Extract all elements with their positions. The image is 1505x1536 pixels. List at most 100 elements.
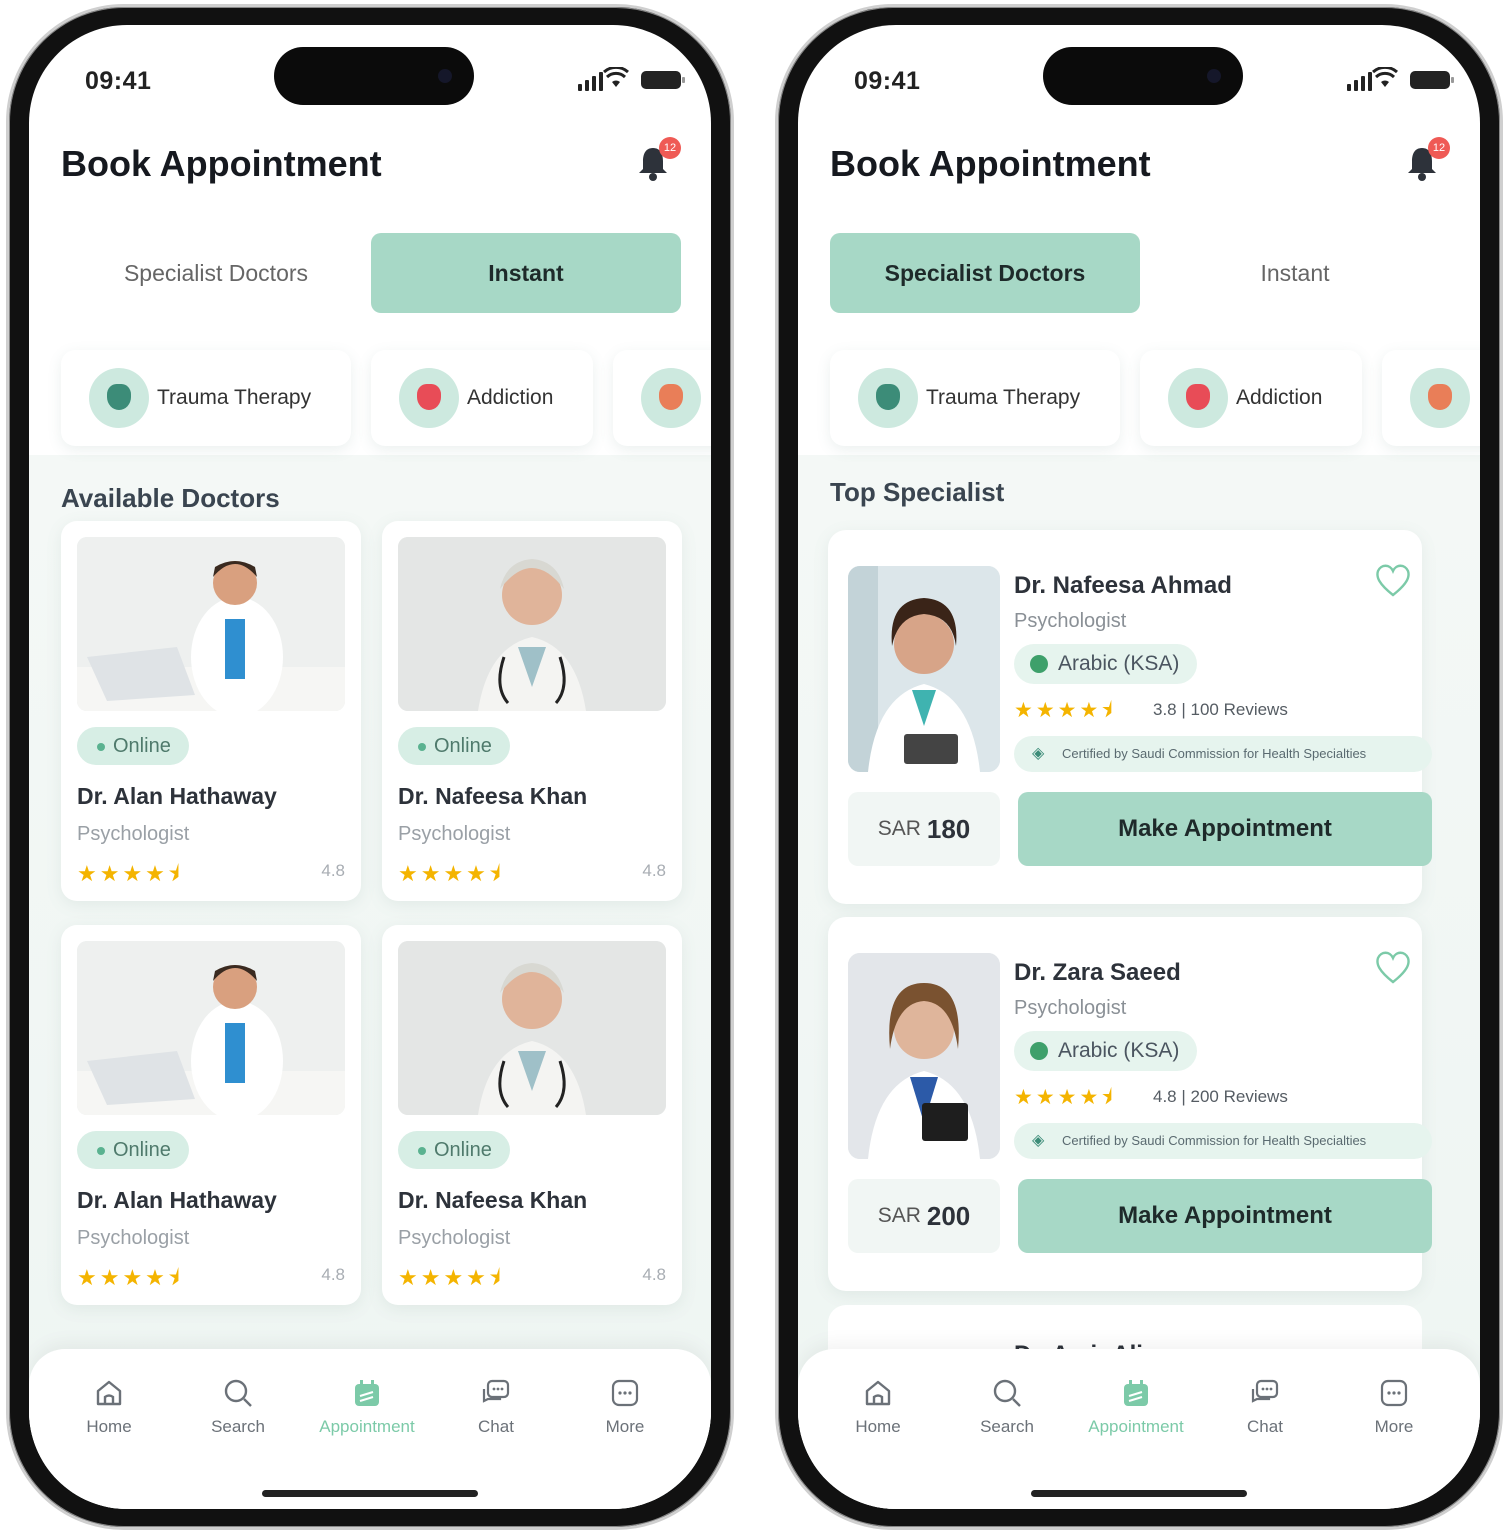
notification-bell-icon[interactable]: 12 bbox=[633, 137, 681, 183]
more-icon bbox=[1380, 1379, 1408, 1407]
rating-value: 4.8 bbox=[642, 861, 666, 880]
nav-more[interactable]: More bbox=[565, 1377, 685, 1437]
appointment-icon bbox=[1124, 1380, 1148, 1406]
nav-home[interactable]: Home bbox=[49, 1377, 169, 1437]
tab-specialist-doctors[interactable]: Specialist Doctors bbox=[830, 233, 1140, 313]
chat-icon bbox=[1251, 1379, 1279, 1403]
category-addiction[interactable]: Addiction bbox=[371, 350, 593, 446]
price-currency: SAR bbox=[877, 1204, 921, 1227]
nav-label: Search bbox=[980, 1417, 1034, 1436]
notification-count-badge: 12 bbox=[1428, 137, 1450, 159]
notification-count-badge: 12 bbox=[659, 137, 681, 159]
specialist-card[interactable]: Dr. Zara Saeed Psychologist Arabic (KSA)… bbox=[828, 917, 1432, 1291]
screen: 09:41 Book Appointment 12 Specialist Doc… bbox=[798, 25, 1480, 1509]
nav-appointment[interactable]: Appointment bbox=[1076, 1377, 1196, 1437]
nav-chat[interactable]: Chat bbox=[436, 1377, 556, 1437]
favorite-heart-icon[interactable] bbox=[1374, 949, 1412, 985]
category-group-therapy[interactable] bbox=[613, 350, 711, 446]
price-amount: 180 bbox=[926, 813, 971, 844]
rating-stars: ★★★★⯨ bbox=[1014, 699, 1116, 722]
doctor-specialty: Psychologist bbox=[1014, 997, 1127, 1019]
nav-more[interactable]: More bbox=[1334, 1377, 1454, 1437]
doctor-photo bbox=[77, 941, 345, 1115]
status-badge: Online bbox=[77, 727, 189, 765]
doctor-card[interactable]: Online Dr. Alan Hathaway Psychologist ★★… bbox=[61, 521, 361, 901]
search-icon bbox=[224, 1379, 252, 1407]
favorite-heart-icon[interactable] bbox=[1374, 562, 1412, 598]
rating-stars: ★★★★⯨ bbox=[77, 861, 183, 886]
appointment-icon bbox=[355, 1380, 379, 1406]
review-summary: 3.8 | 100 Reviews bbox=[1153, 700, 1288, 719]
nav-appointment[interactable]: Appointment bbox=[307, 1377, 427, 1437]
rating-stars: ★★★★⯨ bbox=[1014, 1086, 1116, 1109]
category-trauma-therapy[interactable]: Trauma Therapy bbox=[61, 350, 351, 446]
price-currency: SAR bbox=[877, 817, 921, 840]
doctor-card[interactable]: Online Dr. Nafeesa Khan Psychologist ★★★… bbox=[382, 521, 682, 901]
rating-value: 4.8 bbox=[321, 861, 345, 880]
tab-instant[interactable]: Instant bbox=[1140, 233, 1450, 313]
make-appointment-button[interactable]: Make Appointment bbox=[1018, 792, 1432, 866]
category-label: Trauma Therapy bbox=[157, 386, 312, 409]
page-title: Book Appointment bbox=[61, 143, 382, 184]
status-time: 09:41 bbox=[85, 67, 152, 95]
nav-label: Home bbox=[86, 1417, 132, 1436]
rating-stars: ★★★★⯨ bbox=[398, 861, 504, 886]
make-appointment-button[interactable]: Make Appointment bbox=[1018, 1179, 1432, 1253]
status-badge: Online bbox=[398, 1131, 510, 1169]
status-badge: Online bbox=[77, 1131, 189, 1169]
nav-label: More bbox=[605, 1417, 645, 1436]
price-amount: 200 bbox=[926, 1200, 971, 1231]
doctor-card[interactable]: Online Dr. Alan Hathaway Psychologist ★★… bbox=[61, 925, 361, 1305]
tab-instant[interactable]: Instant bbox=[371, 233, 681, 313]
doctor-photo bbox=[848, 953, 1000, 1159]
category-label: Addiction bbox=[1236, 386, 1323, 409]
trauma-therapy-icon bbox=[858, 368, 918, 428]
rating-value: 4.8 bbox=[321, 1265, 345, 1284]
category-group-therapy[interactable] bbox=[1382, 350, 1480, 446]
nav-label: Appointment bbox=[319, 1417, 415, 1436]
status-badge: Online bbox=[398, 727, 510, 765]
addiction-icon bbox=[399, 368, 459, 428]
category-list: Trauma Therapy Addiction bbox=[830, 350, 1480, 446]
home-icon bbox=[865, 1380, 891, 1406]
nav-home[interactable]: Home bbox=[818, 1377, 938, 1437]
doctor-name: Dr. Nafeesa Khan bbox=[398, 783, 588, 809]
notification-bell-icon[interactable]: 12 bbox=[1402, 137, 1450, 183]
section-title: Available Doctors bbox=[61, 483, 280, 513]
doctor-specialty: Psychologist bbox=[77, 1227, 190, 1249]
nav-search[interactable]: Search bbox=[178, 1377, 298, 1437]
nav-label: Search bbox=[211, 1417, 265, 1436]
home-icon bbox=[96, 1380, 122, 1406]
wifi-icon bbox=[1372, 67, 1398, 87]
nav-search[interactable]: Search bbox=[947, 1377, 1067, 1437]
doctor-specialty: Psychologist bbox=[1014, 610, 1127, 632]
certification-badge: Certified by Saudi Commission for Health… bbox=[1014, 1123, 1432, 1159]
status-bar: 09:41 bbox=[85, 67, 685, 97]
doctor-card[interactable]: Online Dr. Nafeesa Khan Psychologist ★★★… bbox=[382, 925, 682, 1305]
nav-label: Appointment bbox=[1088, 1417, 1184, 1436]
category-addiction[interactable]: Addiction bbox=[1140, 350, 1362, 446]
appointment-tabs: Specialist Doctors Instant bbox=[61, 233, 681, 313]
signal-icon bbox=[1347, 71, 1372, 91]
bottom-navigation: Home Search Appointment Chat More bbox=[29, 1349, 711, 1509]
group-therapy-icon bbox=[641, 368, 701, 428]
nav-chat[interactable]: Chat bbox=[1205, 1377, 1325, 1437]
signal-icon bbox=[578, 71, 603, 91]
category-list: Trauma Therapy Addiction bbox=[61, 350, 711, 446]
language-badge: Arabic (KSA) bbox=[1014, 1031, 1198, 1071]
nav-label: More bbox=[1374, 1417, 1414, 1436]
doctor-photo bbox=[398, 537, 666, 711]
tab-specialist-doctors[interactable]: Specialist Doctors bbox=[61, 233, 371, 313]
review-summary: 4.8 | 200 Reviews bbox=[1153, 1087, 1288, 1106]
doctor-photo bbox=[398, 941, 666, 1115]
doctor-name: Dr. Alan Hathaway bbox=[77, 783, 277, 809]
phone-specialist: 09:41 Book Appointment 12 Specialist Doc… bbox=[775, 4, 1503, 1530]
certification-badge: Certified by Saudi Commission for Health… bbox=[1014, 736, 1432, 772]
home-indicator[interactable] bbox=[1031, 1490, 1247, 1497]
specialist-card[interactable]: Dr. Nafeesa Ahmad Psychologist Arabic (K… bbox=[828, 530, 1432, 904]
doctor-photo bbox=[77, 537, 345, 711]
home-indicator[interactable] bbox=[262, 1490, 478, 1497]
category-trauma-therapy[interactable]: Trauma Therapy bbox=[830, 350, 1120, 446]
nav-label: Chat bbox=[1247, 1417, 1283, 1436]
screen: 09:41 Book Appointment 12 Specialist Doc… bbox=[29, 25, 711, 1509]
